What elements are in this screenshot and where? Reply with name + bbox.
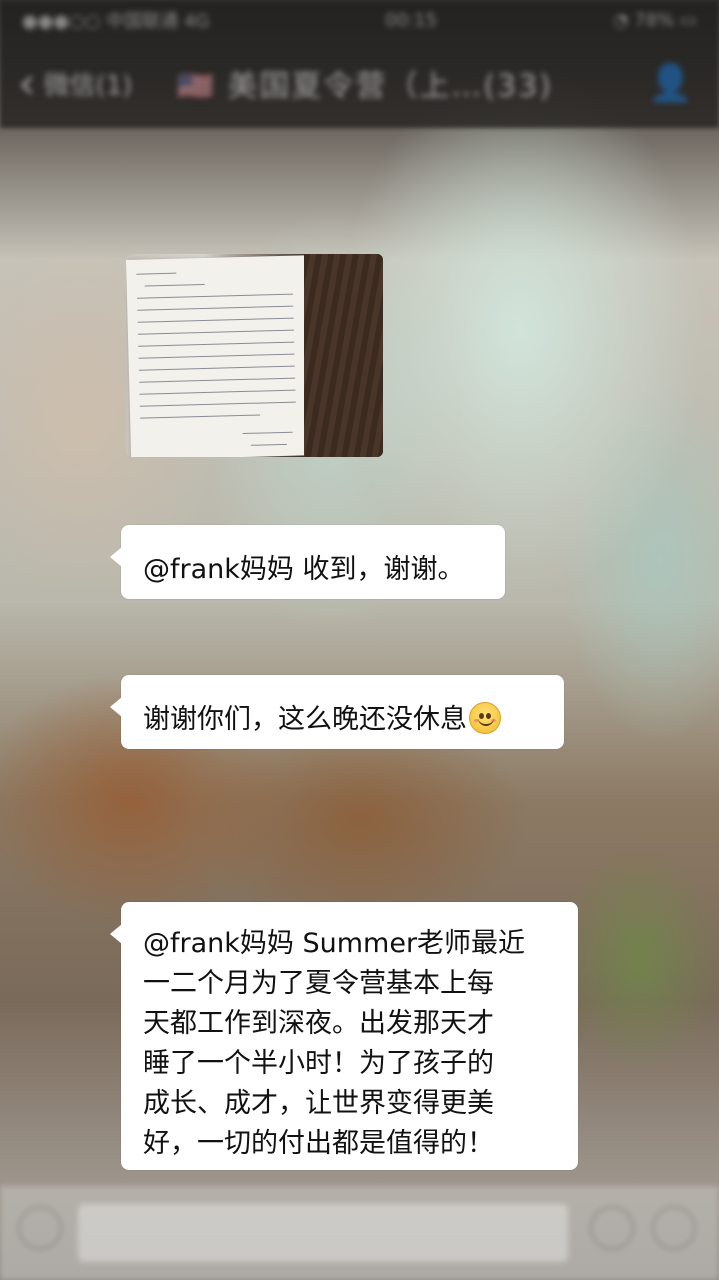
wood-table	[304, 254, 383, 457]
battery-text: ◔ 78% ▭	[612, 9, 697, 31]
input-bar	[0, 1186, 719, 1280]
message-input[interactable]	[78, 1204, 568, 1262]
message-line: 天都工作到深夜。出发那天才	[143, 1008, 494, 1039]
message-line: 好，一切的付出都是值得的！	[143, 1128, 494, 1159]
message-bubble[interactable]: 谢谢你们，这么晚还没休息	[110, 675, 564, 749]
smile-emoji-icon	[469, 702, 501, 734]
message-line: 一二个月为了夏令营基本上每	[143, 968, 494, 999]
back-label: 微信(1)	[43, 70, 133, 101]
voice-icon[interactable]	[18, 1206, 62, 1250]
message-bubble[interactable]: @frank妈妈 Summer老师最近 一二个月为了夏令营基本上每 天都工作到深…	[110, 902, 578, 1170]
handwritten-letter-photo	[126, 255, 310, 457]
message-text: 谢谢你们，这么晚还没休息	[143, 704, 467, 735]
message-line: @frank妈妈 Summer老师最近	[143, 928, 526, 959]
image-message[interactable]	[126, 254, 383, 457]
plus-icon[interactable]	[652, 1206, 696, 1250]
emoji-icon[interactable]	[590, 1206, 634, 1250]
clock-text: 00:15	[385, 9, 438, 31]
message-bubble[interactable]: @frank妈妈 收到，谢谢。	[110, 525, 505, 599]
status-bar: ●●●○○ 中国联通 4G 00:15 ◔ 78% ▭	[0, 0, 719, 40]
back-button[interactable]: ‹ 微信(1)	[0, 58, 132, 109]
chevron-left-icon: ‹	[18, 57, 36, 109]
message-text: @frank妈妈 收到，谢谢。	[143, 554, 465, 585]
message-line: 成长、成才，让世界变得更美	[143, 1088, 494, 1119]
person-icon[interactable]: 👤	[648, 62, 693, 104]
nav-bar: ‹ 微信(1) 🇺🇸 美国夏令营（上…(33) 👤	[0, 48, 719, 118]
message-line: 睡了一个半小时！为了孩子的	[143, 1048, 494, 1079]
carrier-text: ●●●○○ 中国联通 4G	[22, 11, 210, 32]
chat-title: 🇺🇸 美国夏令营（上…(33)	[176, 69, 553, 104]
